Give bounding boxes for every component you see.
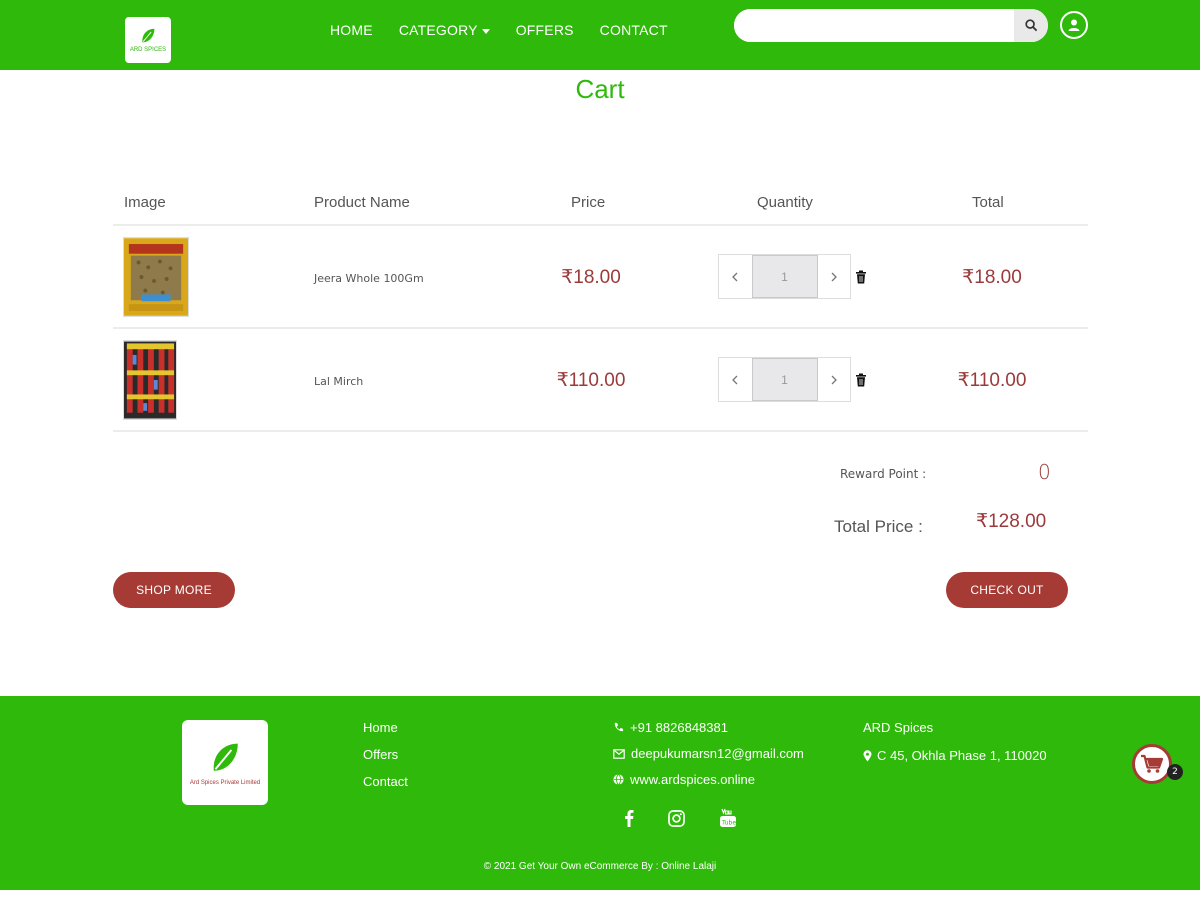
product-name: Jeera Whole 100Gm: [314, 272, 424, 285]
website-text: www.ardspices.online: [630, 772, 756, 787]
user-icon: [1068, 19, 1080, 31]
instagram-icon: [668, 809, 685, 827]
quantity-stepper: [718, 357, 851, 402]
facebook-link[interactable]: [624, 809, 634, 831]
quantity-stepper: [718, 254, 851, 299]
product-image[interactable]: [123, 340, 177, 420]
chevron-left-icon: [732, 272, 738, 281]
footer-logo[interactable]: Ard Spices Private Limited: [182, 720, 268, 805]
footer-links: Home Offers Contact: [363, 720, 408, 789]
page-title: Cart: [575, 74, 625, 104]
product-total: ₹110.00: [957, 370, 1027, 391]
email-text: deepukumarsn12@gmail.com: [631, 746, 804, 761]
shopping-cart-icon: [1141, 754, 1164, 773]
search-input[interactable]: [734, 9, 1014, 42]
nav-category[interactable]: CATEGORY: [399, 22, 490, 38]
site-header: ARD SPICES HOME CATEGORY OFFERS CONTACT: [0, 0, 1200, 70]
nav-contact[interactable]: CONTACT: [600, 22, 668, 38]
globe-icon: [613, 774, 624, 785]
increase-button[interactable]: [818, 358, 851, 401]
caret-down-icon: [481, 28, 490, 34]
reward-point-value: 0: [1038, 460, 1051, 484]
leaf-icon: [213, 743, 238, 771]
table-row: Lal Mirch ₹110.00 ₹110.00: [113, 329, 1088, 432]
product-price: ₹18.00: [561, 267, 621, 288]
table-row: Jeera Whole 100Gm ₹18.00 ₹18.00: [113, 226, 1088, 329]
youtube-icon: Tube: [720, 808, 736, 827]
decrease-button[interactable]: [719, 358, 752, 401]
mail-icon: [613, 748, 625, 759]
footer-contact: +91 8826848381 deepukumarsn12@gmail.com …: [613, 720, 804, 787]
chevron-left-icon: [732, 375, 738, 384]
address-text: C 45, Okhla Phase 1, 110020: [877, 748, 1047, 763]
chevron-right-icon: [831, 272, 837, 281]
search-button[interactable]: [1014, 9, 1048, 42]
footer-website[interactable]: www.ardspices.online: [613, 772, 804, 787]
table-header: Image Product Name Price Quantity Total: [113, 180, 1088, 226]
product-name: Lal Mirch: [314, 375, 364, 388]
logo-text: ARD SPICES: [129, 47, 167, 53]
trash-icon[interactable]: [855, 373, 867, 387]
footer-company: ARD Spices C 45, Okhla Phase 1, 110020: [863, 720, 1047, 763]
quantity-input[interactable]: [751, 255, 818, 298]
reward-point-label: Reward Point :: [840, 467, 927, 481]
youtube-link[interactable]: Tube: [719, 808, 737, 832]
nav-category-label: CATEGORY: [398, 22, 478, 38]
footer-link-home[interactable]: Home: [363, 720, 408, 735]
total-price-label: Total Price :: [834, 517, 923, 536]
chevron-right-icon: [831, 375, 837, 384]
footer-email[interactable]: deepukumarsn12@gmail.com: [613, 746, 804, 761]
phone-text: +91 8826848381: [630, 720, 728, 735]
cart-count-badge: 2: [1167, 764, 1183, 780]
main-nav: HOME CATEGORY OFFERS CONTACT: [330, 22, 668, 38]
leaf-icon: [142, 28, 155, 43]
company-name: ARD Spices: [863, 720, 934, 735]
copyright-text: © 2021 Get Your Own eCommerce By : Onlin…: [483, 861, 717, 872]
instagram-link[interactable]: [668, 809, 685, 831]
product-total: ₹18.00: [962, 267, 1022, 288]
decrease-button[interactable]: [719, 255, 752, 298]
header-image: Image: [124, 194, 166, 211]
search-icon: [1024, 19, 1037, 32]
floating-cart-button[interactable]: [1132, 744, 1172, 784]
product-image[interactable]: [123, 237, 189, 317]
search-bar: [734, 9, 1048, 42]
facebook-icon: [625, 810, 634, 827]
total-price-value: ₹128.00: [976, 511, 1047, 532]
site-footer: Ard Spices Private Limited Home Offers C…: [0, 696, 1200, 890]
site-logo[interactable]: ARD SPICES: [125, 17, 171, 63]
nav-offers[interactable]: OFFERS: [516, 22, 574, 38]
phone-icon: [614, 722, 624, 732]
check-out-button[interactable]: CHECK OUT: [946, 572, 1068, 608]
footer-phone[interactable]: +91 8826848381: [613, 720, 804, 735]
company-address: C 45, Okhla Phase 1, 110020: [863, 748, 1047, 763]
quantity-input[interactable]: [751, 358, 818, 401]
product-price: ₹110.00: [556, 370, 626, 391]
header-quantity: Quantity: [757, 194, 813, 211]
shop-more-button[interactable]: SHOP MORE: [113, 572, 235, 608]
user-account-button[interactable]: [1060, 11, 1088, 39]
map-pin-icon: [863, 749, 872, 761]
trash-icon[interactable]: [855, 270, 867, 284]
footer-logo-text: Ard Spices Private Limited: [189, 779, 261, 786]
footer-link-offers[interactable]: Offers: [363, 747, 408, 762]
header-product-name: Product Name: [314, 194, 410, 211]
page-bottom-strip: [0, 890, 1200, 900]
social-links: Tube: [624, 808, 737, 832]
svg-text:Tube: Tube: [721, 820, 736, 827]
increase-button[interactable]: [818, 255, 851, 298]
nav-home[interactable]: HOME: [330, 22, 373, 38]
header-price: Price: [571, 194, 606, 211]
footer-link-contact[interactable]: Contact: [363, 774, 408, 789]
cart-table: Image Product Name Price Quantity Total …: [113, 180, 1088, 432]
header-total: Total: [972, 194, 1004, 211]
